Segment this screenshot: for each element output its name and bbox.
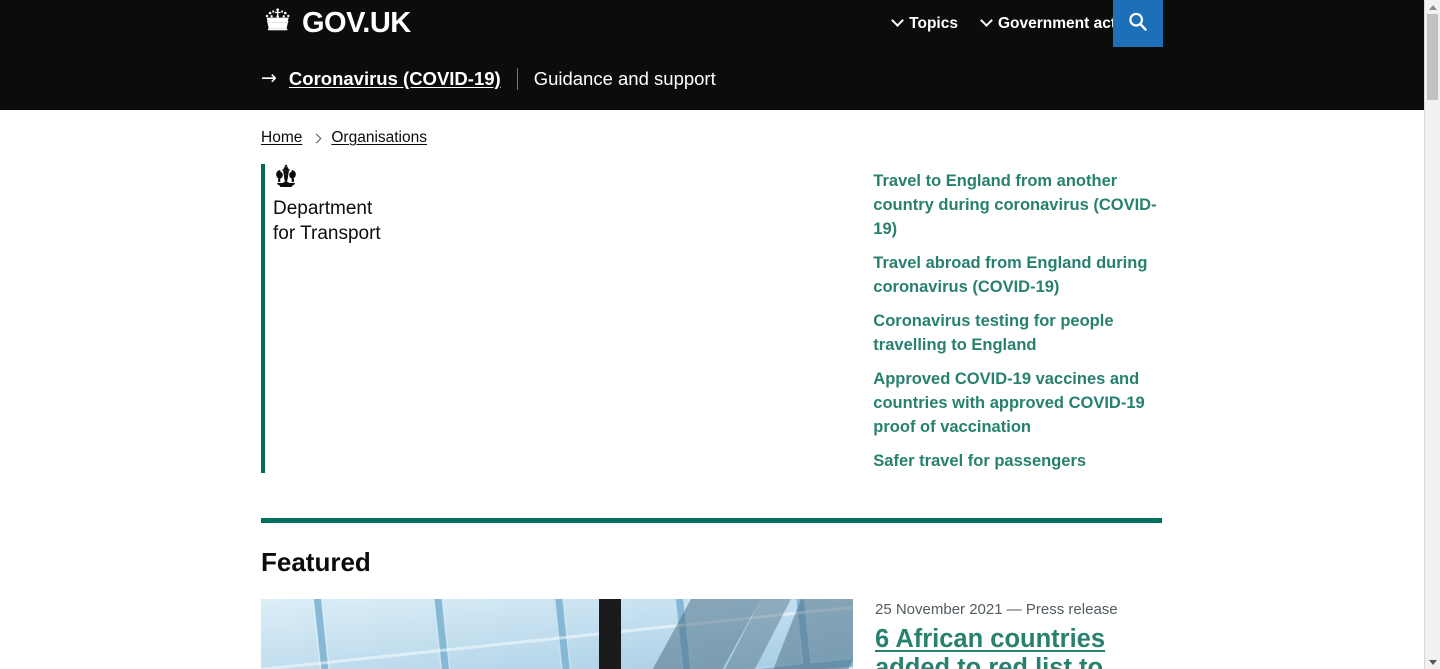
breadcrumb-item-organisations[interactable]: Organisations: [331, 129, 427, 147]
chevron-right-icon: [311, 133, 322, 143]
featured-article: 25 November 2021 — Press release 6 Afric…: [261, 599, 1162, 669]
royal-coat-of-arms-crest: [273, 164, 873, 193]
scroll-down-arrow-icon[interactable]: [1425, 655, 1440, 669]
coronavirus-banner-link[interactable]: Coronavirus (COVID-19): [289, 68, 501, 90]
search-button[interactable]: [1113, 0, 1163, 47]
arrow-right-icon: →: [261, 67, 277, 89]
organisation-name: Department for Transport: [273, 197, 873, 246]
featured-section-heading: Featured: [261, 547, 371, 577]
govuk-header: GOV.UK Topics Government activity: [0, 0, 1424, 57]
chevron-down-icon: [891, 14, 905, 27]
promoted-link-approved-vaccines[interactable]: Approved COVID-19 vaccines and countries…: [873, 370, 1144, 436]
organisation-header-row: Department for Transport Travel to Engla…: [261, 164, 1162, 473]
organisation-identity: Department for Transport: [261, 164, 873, 473]
list-item: Approved COVID-19 vaccines and countries…: [873, 367, 1162, 439]
scrollbar-thumb[interactable]: [1427, 14, 1438, 100]
featured-article-title-link[interactable]: 6 African countries added to red list to…: [875, 625, 1144, 669]
crown-icon: [261, 7, 295, 39]
scroll-up-arrow-icon[interactable]: [1425, 0, 1440, 14]
coronavirus-banner-subtitle: Guidance and support: [533, 67, 716, 89]
promoted-links-list: Travel to England from another country d…: [873, 164, 1162, 473]
header-navigation: Topics Government activity: [891, 0, 1147, 47]
organisation-name-line-1: Department: [273, 198, 373, 219]
breadcrumb: Home Organisations: [261, 110, 1424, 147]
featured-article-text: 25 November 2021 — Press release 6 Afric…: [853, 599, 1153, 669]
banner-separator: [516, 67, 518, 90]
promoted-link-travel-abroad[interactable]: Travel abroad from England during corona…: [873, 254, 1147, 296]
list-item: Travel to England from another country d…: [873, 169, 1162, 241]
promoted-link-safer-travel[interactable]: Safer travel for passengers: [873, 452, 1086, 470]
govuk-wordmark: GOV.UK: [302, 7, 411, 39]
featured-section-rule: [261, 518, 1162, 523]
list-item: Safer travel for passengers: [873, 449, 1162, 473]
govuk-logo-link[interactable]: GOV.UK: [261, 7, 411, 39]
list-item: Travel abroad from England during corona…: [873, 251, 1162, 299]
featured-article-meta: 25 November 2021 — Press release: [875, 601, 1118, 618]
browser-page: GOV.UK Topics Government activity → Coro…: [0, 0, 1440, 669]
page-viewport: GOV.UK Topics Government activity → Coro…: [0, 0, 1424, 669]
organisation-name-line-2: for Transport: [273, 222, 381, 244]
coronavirus-banner: → Coronavirus (COVID-19) Guidance and su…: [0, 47, 1424, 110]
main-content: Home Organisations Department for Transp…: [0, 110, 1424, 669]
breadcrumb-item-home[interactable]: Home: [261, 129, 302, 147]
browser-scrollbar[interactable]: [1424, 0, 1440, 669]
list-item: Coronavirus testing for people travellin…: [873, 309, 1162, 357]
nav-item-topics-label: Topics: [909, 14, 958, 32]
chevron-down-icon: [980, 14, 993, 27]
promoted-link-travel-to-england[interactable]: Travel to England from another country d…: [873, 172, 1156, 238]
promoted-link-coronavirus-testing[interactable]: Coronavirus testing for people travellin…: [873, 312, 1113, 354]
featured-article-image[interactable]: [261, 599, 853, 669]
search-icon: [1127, 11, 1149, 36]
nav-item-topics[interactable]: Topics: [891, 14, 958, 33]
